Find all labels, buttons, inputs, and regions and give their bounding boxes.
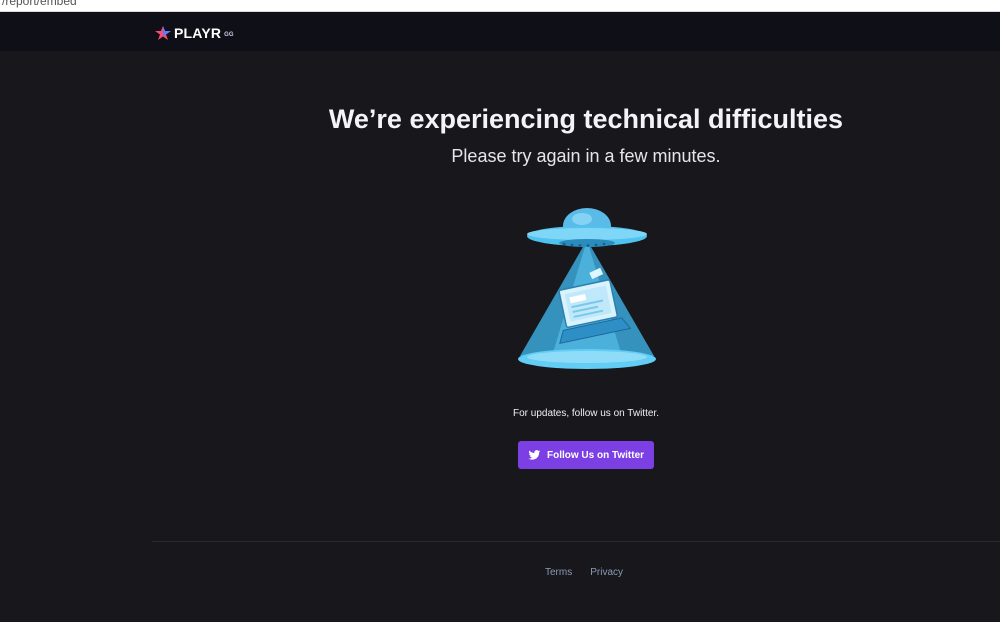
error-subline: Please try again in a few minutes. (451, 146, 721, 166)
footer-divider (152, 541, 1000, 542)
site-logo[interactable]: PLAYR GG (154, 24, 234, 42)
follow-twitter-button[interactable]: Follow Us on Twitter (518, 441, 654, 469)
ufo-illustration (518, 208, 656, 369)
footer-links: Terms Privacy (545, 567, 623, 578)
terms-link[interactable]: Terms (545, 567, 572, 578)
logo-suffix: GG (224, 32, 234, 38)
follow-twitter-label: Follow Us on Twitter (546, 449, 645, 461)
top-navigation-bar: PLAYR GG (0, 12, 1000, 52)
privacy-link[interactable]: Privacy (590, 567, 623, 578)
logo-text: PLAYR (174, 25, 222, 41)
twitter-bird-icon (528, 449, 541, 460)
url-text: /report/embed (2, 0, 77, 8)
updates-text: For updates, follow us on Twitter. (512, 408, 659, 419)
star-logo-icon (155, 26, 171, 40)
error-headline: We’re experiencing technical difficultie… (328, 104, 844, 134)
browser-url-bar[interactable]: /report/embed (0, 0, 1000, 12)
